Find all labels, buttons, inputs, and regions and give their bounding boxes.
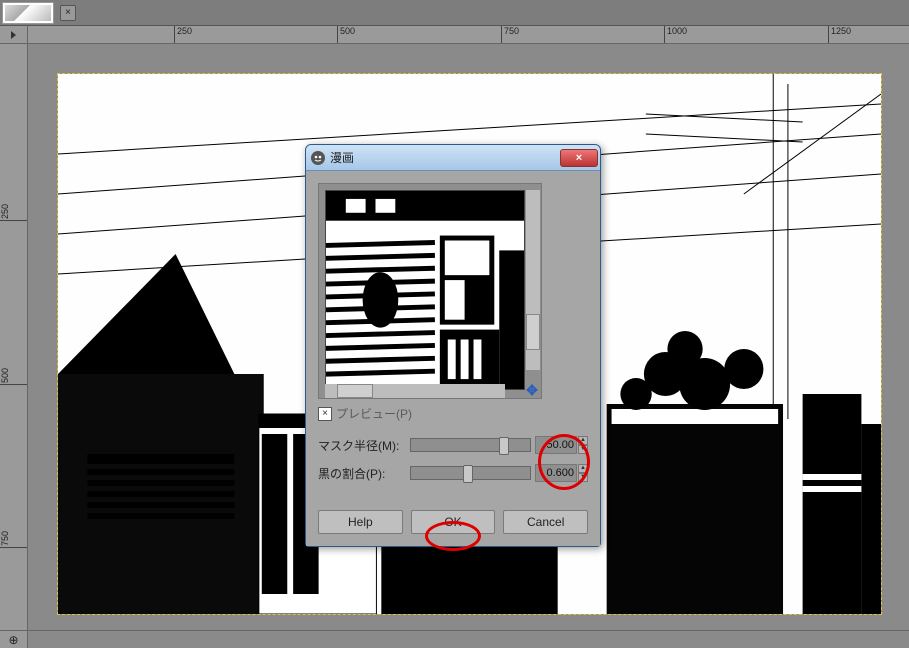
preview-toggle-row: × プレビュー(P) bbox=[318, 405, 588, 422]
mask-radius-row: マスク半径(M): ▲ ▼ bbox=[318, 436, 588, 454]
slider-thumb[interactable] bbox=[463, 465, 473, 483]
preview-scroll-thumb-vertical[interactable] bbox=[526, 314, 540, 350]
crosshair-icon: ⊕ bbox=[8, 633, 18, 647]
app-background: × 250 500 750 1000 1250 250 500 750 bbox=[0, 0, 909, 648]
document-thumbnail[interactable] bbox=[2, 2, 54, 24]
preview-checkbox[interactable]: × bbox=[318, 407, 332, 421]
spin-down-button[interactable]: ▼ bbox=[578, 445, 588, 454]
cartoon-filter-dialog: 漫画 × bbox=[305, 144, 601, 547]
spin-up-button[interactable]: ▲ bbox=[578, 436, 588, 445]
horizontal-ruler: 250 500 750 1000 1250 bbox=[28, 26, 909, 44]
ruler-v-tick: 250 bbox=[0, 204, 10, 219]
thumbnail-strip: × bbox=[0, 0, 909, 26]
vertical-ruler: 250 500 750 bbox=[0, 44, 28, 630]
ruler-h-tick: 1000 bbox=[667, 26, 687, 36]
preview-image bbox=[325, 190, 525, 390]
dialog-title: 漫画 bbox=[330, 149, 560, 166]
dialog-body: ✥ × プレビュー(P) マスク半径(M): ▲ ▼ 黒の割合(P): bbox=[306, 171, 600, 502]
mask-radius-label: マスク半径(M): bbox=[318, 437, 410, 454]
mask-radius-input[interactable] bbox=[535, 436, 577, 454]
close-icon: × bbox=[576, 152, 582, 164]
ruler-h-tick: 750 bbox=[504, 26, 519, 36]
pct-black-spinner: ▲ ▼ bbox=[578, 464, 588, 482]
dialog-button-bar: Help OK Cancel bbox=[306, 502, 600, 546]
ruler-h-tick: 500 bbox=[340, 26, 355, 36]
preview-pan-icon[interactable]: ✥ bbox=[525, 382, 539, 396]
spin-down-button[interactable]: ▼ bbox=[578, 473, 588, 482]
ruler-v-tick: 750 bbox=[0, 531, 10, 546]
ruler-corner bbox=[0, 26, 28, 44]
help-button[interactable]: Help bbox=[318, 510, 403, 534]
dialog-titlebar[interactable]: 漫画 × bbox=[306, 145, 600, 171]
ok-button[interactable]: OK bbox=[411, 510, 496, 534]
preview-artwork bbox=[326, 191, 524, 389]
status-bar: ⊕ bbox=[0, 630, 909, 648]
ruler-v-tick: 500 bbox=[0, 368, 10, 383]
preview-scroll-thumb-horizontal[interactable] bbox=[337, 384, 373, 398]
close-thumbnail-button[interactable]: × bbox=[60, 5, 76, 21]
ruler-h-tick: 1250 bbox=[831, 26, 851, 36]
gimp-icon bbox=[310, 150, 326, 166]
ruler-h-tick: 250 bbox=[177, 26, 192, 36]
preview-checkbox-label: プレビュー(P) bbox=[336, 405, 412, 422]
slider-thumb[interactable] bbox=[499, 437, 509, 455]
pct-black-input[interactable] bbox=[535, 464, 577, 482]
status-corner: ⊕ bbox=[0, 631, 28, 648]
pct-black-label: 黒の割合(P): bbox=[318, 465, 410, 482]
triangle-icon bbox=[11, 31, 16, 39]
spin-up-button[interactable]: ▲ bbox=[578, 464, 588, 473]
preview-panel[interactable]: ✥ bbox=[318, 183, 542, 399]
dialog-close-button[interactable]: × bbox=[560, 149, 598, 167]
pct-black-row: 黒の割合(P): ▲ ▼ bbox=[318, 464, 588, 482]
mask-radius-slider[interactable] bbox=[410, 438, 531, 452]
pct-black-slider[interactable] bbox=[410, 466, 531, 480]
cancel-button[interactable]: Cancel bbox=[503, 510, 588, 534]
mask-radius-spinner: ▲ ▼ bbox=[578, 436, 588, 454]
